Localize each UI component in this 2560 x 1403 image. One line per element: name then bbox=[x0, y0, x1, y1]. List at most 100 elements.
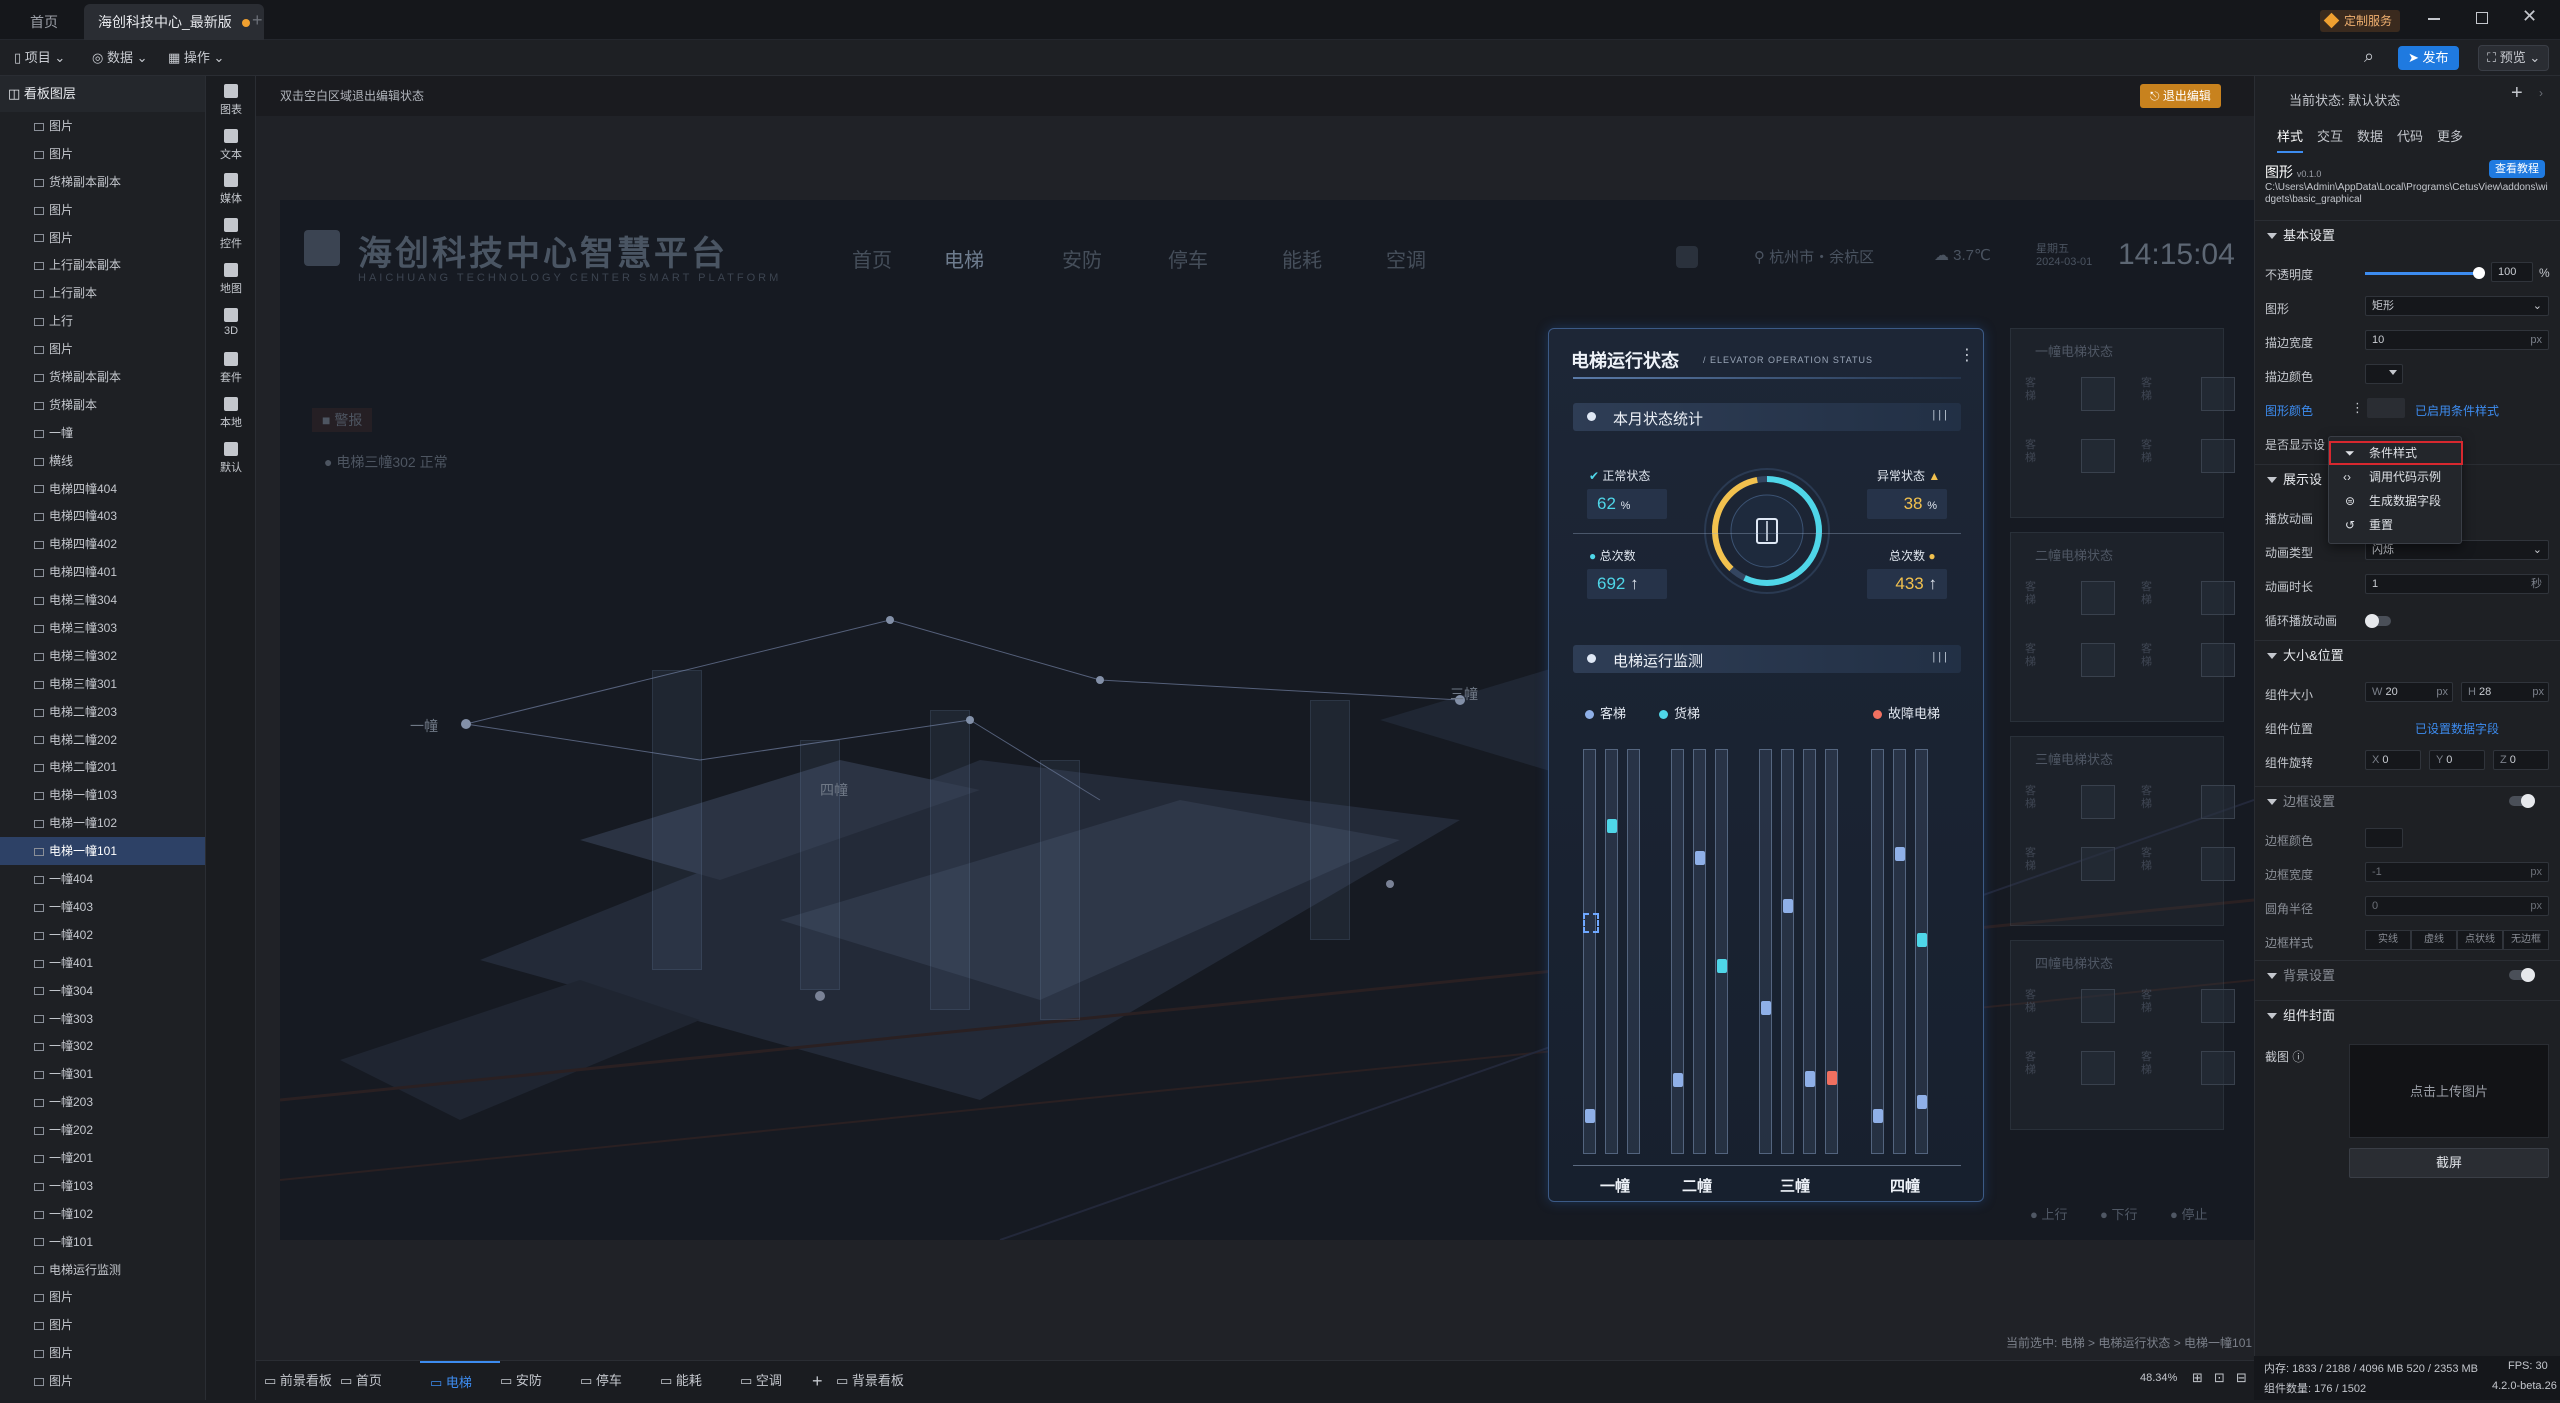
layer-item[interactable]: 一幢403 bbox=[0, 893, 205, 921]
editor-canvas[interactable]: 双击空白区域退出编辑状态 ⎋ 退出编辑 一幢 四幢 三幢 海创科技中心智慧平台 … bbox=[256, 76, 2254, 1360]
layer-item[interactable]: 货梯副本副本 bbox=[0, 168, 205, 196]
layer-item[interactable]: 电梯三幢304 bbox=[0, 586, 205, 614]
tab-code[interactable]: 代码 bbox=[2397, 126, 2423, 145]
tab-document[interactable]: 海创科技中心_最新版 bbox=[84, 4, 264, 40]
conditional-style-applied[interactable]: 已启用条件样式 bbox=[2415, 402, 2499, 419]
menu-reset[interactable]: ↺ 重置 bbox=[2329, 513, 2463, 537]
grid-toggle-icon[interactable]: ⊡ bbox=[2214, 1370, 2225, 1386]
width-input[interactable]: W 20 px bbox=[2365, 682, 2453, 702]
layer-item[interactable]: 一幢103 bbox=[0, 1172, 205, 1200]
nav-home[interactable]: 首页 bbox=[852, 244, 892, 273]
upload-image-area[interactable]: 点击上传图片 bbox=[2349, 1044, 2549, 1138]
more-vertical-icon[interactable]: ⋮ bbox=[2351, 400, 2364, 416]
opacity-slider[interactable] bbox=[2365, 272, 2479, 275]
opacity-slider-handle[interactable] bbox=[2473, 267, 2485, 279]
border-toggle[interactable] bbox=[2509, 794, 2535, 808]
layer-item[interactable]: 电梯三幢303 bbox=[0, 614, 205, 642]
rotation-y-input[interactable]: Y 0 bbox=[2429, 750, 2485, 770]
position-data-field[interactable]: 已设置数据字段 bbox=[2415, 720, 2499, 737]
layer-item[interactable]: 图片 bbox=[0, 224, 205, 252]
chevron-right-icon[interactable]: › bbox=[2539, 86, 2543, 100]
board-tab-1[interactable]: ▭ 首页 bbox=[340, 1361, 382, 1401]
border-style-option[interactable]: 实线 bbox=[2365, 930, 2411, 950]
layer-item[interactable]: 电梯四幢403 bbox=[0, 502, 205, 530]
close-icon[interactable]: ✕ bbox=[2522, 6, 2537, 27]
animation-duration-input[interactable]: 1秒 bbox=[2365, 574, 2549, 594]
stroke-color-picker[interactable] bbox=[2365, 364, 2403, 384]
tool-0[interactable]: 图表 bbox=[206, 84, 256, 117]
layer-item[interactable]: 图片 bbox=[0, 1367, 205, 1395]
board-tab-0[interactable]: ▭ 前景看板 bbox=[264, 1361, 332, 1401]
menu-operate[interactable]: ▦ 操作 ⌄ bbox=[168, 40, 224, 76]
section-cover[interactable]: 组件封面 bbox=[2255, 1000, 2560, 1030]
layer-item[interactable]: 一幢201 bbox=[0, 1144, 205, 1172]
custom-service-button[interactable]: 定制服务 bbox=[2320, 10, 2400, 32]
layer-item[interactable]: 电梯四幢401 bbox=[0, 558, 205, 586]
publish-button[interactable]: ➤ 发布 bbox=[2398, 46, 2459, 70]
border-color-picker[interactable] bbox=[2365, 828, 2403, 848]
layer-item[interactable]: 图片 bbox=[0, 1311, 205, 1339]
board-tab-5[interactable]: ▭ 能耗 bbox=[660, 1361, 702, 1401]
nav-energy[interactable]: 能耗 bbox=[1282, 244, 1322, 273]
elevator-car[interactable] bbox=[1585, 1109, 1595, 1123]
elevator-car[interactable] bbox=[1917, 933, 1927, 947]
tool-1[interactable]: 文本 bbox=[206, 128, 256, 162]
section-basic[interactable]: 基本设置 bbox=[2255, 220, 2560, 250]
add-board-icon[interactable]: + bbox=[812, 1361, 823, 1401]
border-style-option[interactable]: 点状线 bbox=[2457, 930, 2503, 950]
elevator-car[interactable] bbox=[1673, 1073, 1683, 1087]
new-tab-icon[interactable]: + bbox=[252, 10, 263, 31]
tab-data[interactable]: 数据 bbox=[2357, 126, 2383, 145]
tool-8[interactable]: 默认 bbox=[206, 441, 256, 475]
stroke-width-input[interactable]: 10 px bbox=[2365, 330, 2549, 350]
tool-5[interactable]: 3D bbox=[206, 307, 256, 337]
layer-item[interactable]: 电梯运行监测 bbox=[0, 1256, 205, 1284]
shape-select[interactable]: 矩形 ⌄ bbox=[2365, 296, 2549, 316]
layer-item[interactable]: 图片 bbox=[0, 112, 205, 140]
nav-elevator[interactable]: 电梯 bbox=[944, 244, 984, 273]
ruler-icon[interactable]: ⊟ bbox=[2236, 1370, 2247, 1386]
layer-item[interactable]: 图片 bbox=[0, 196, 205, 224]
border-style-option[interactable]: 无边框 bbox=[2503, 930, 2549, 950]
elevator-car[interactable] bbox=[1805, 1071, 1815, 1085]
layer-item[interactable]: 一幢202 bbox=[0, 1116, 205, 1144]
maximize-icon[interactable] bbox=[2476, 12, 2488, 24]
layer-item[interactable]: 上行 bbox=[0, 307, 205, 335]
rotation-z-input[interactable]: Z 0 bbox=[2493, 750, 2549, 770]
add-state-icon[interactable]: + bbox=[2511, 82, 2523, 105]
layer-item[interactable]: 一幢404 bbox=[0, 865, 205, 893]
layer-item[interactable]: 图片 bbox=[0, 335, 205, 363]
layer-item[interactable]: 图片 bbox=[0, 1283, 205, 1311]
capture-button[interactable]: 截屏 bbox=[2349, 1148, 2549, 1178]
tab-more[interactable]: 更多 bbox=[2437, 126, 2463, 145]
layer-item[interactable]: 上行副本 bbox=[0, 279, 205, 307]
tool-3[interactable]: 控件 bbox=[206, 218, 256, 251]
menu-project[interactable]: ▯ 项目 ⌄ bbox=[14, 40, 65, 76]
layer-item[interactable]: 一幢401 bbox=[0, 949, 205, 977]
tool-7[interactable]: 本地 bbox=[206, 396, 256, 430]
layer-item[interactable]: 一幢102 bbox=[0, 1200, 205, 1228]
panel-menu-icon[interactable]: ⋮ bbox=[1959, 345, 1975, 365]
background-toggle[interactable] bbox=[2509, 968, 2535, 982]
board-tab-6[interactable]: ▭ 空调 bbox=[740, 1361, 782, 1401]
layer-item[interactable]: 一幢 bbox=[0, 419, 205, 447]
view-tutorial-button[interactable]: 查看教程 bbox=[2489, 160, 2545, 178]
elevator-status-panel[interactable]: 电梯运行状态 / ELEVATOR OPERATION STATUS ⋮ 本月状… bbox=[1548, 328, 1984, 1202]
nav-parking[interactable]: 停车 bbox=[1168, 244, 1208, 273]
layer-item[interactable]: 电梯一幢103 bbox=[0, 781, 205, 809]
layer-item[interactable]: 电梯二幢201 bbox=[0, 753, 205, 781]
layer-item[interactable]: 电梯一幢101 bbox=[0, 837, 205, 866]
menu-conditional-style[interactable]: ⏷ 条件样式 bbox=[2329, 441, 2463, 465]
layer-item[interactable]: 货梯副本 bbox=[0, 391, 205, 419]
fit-icon[interactable]: ⊞ bbox=[2192, 1370, 2203, 1386]
fill-color-picker[interactable] bbox=[2367, 398, 2405, 418]
tool-4[interactable]: 地图 bbox=[206, 262, 256, 296]
layer-item[interactable]: 电梯四幢402 bbox=[0, 530, 205, 558]
tool-2[interactable]: 媒体 bbox=[206, 173, 256, 206]
layer-item[interactable]: 电梯二幢202 bbox=[0, 726, 205, 754]
layer-item[interactable]: 一幢101 bbox=[0, 1228, 205, 1256]
layer-item[interactable]: 一幢304 bbox=[0, 977, 205, 1005]
layer-item[interactable]: 上行副本副本 bbox=[0, 251, 205, 279]
selected-elevator-101[interactable] bbox=[1583, 913, 1599, 933]
border-width-input[interactable]: -1 px bbox=[2365, 862, 2549, 882]
